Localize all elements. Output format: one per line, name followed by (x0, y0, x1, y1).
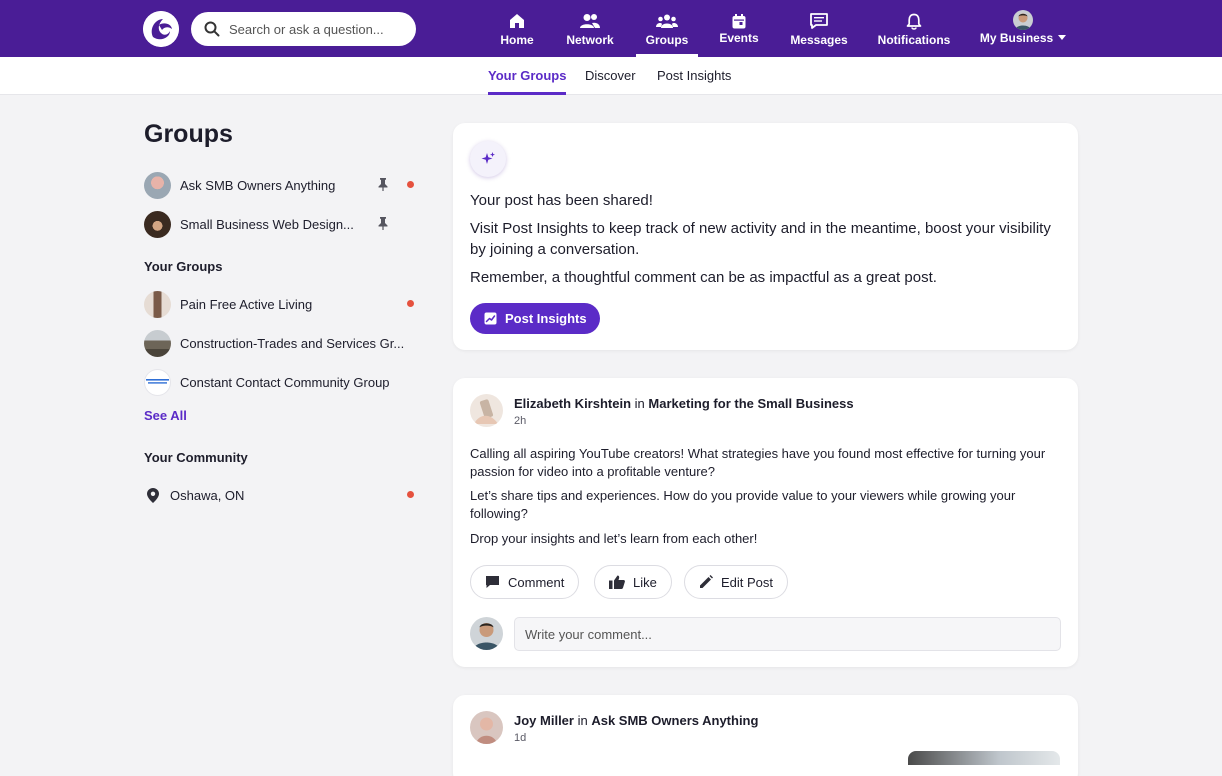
author-avatar[interactable] (470, 394, 503, 427)
group-avatar (144, 329, 171, 357)
like-label: Like (633, 574, 657, 590)
post-in-word: in (577, 713, 588, 728)
nav-events[interactable]: Events (719, 0, 759, 57)
groups-icon (656, 14, 678, 28)
post-author[interactable]: Elizabeth Kirshtein (514, 396, 631, 411)
post-author[interactable]: Joy Miller (514, 713, 574, 728)
pin-icon[interactable] (378, 217, 388, 230)
nav-network-label: Network (566, 33, 614, 47)
sidebar-group-ask-smb[interactable]: Ask SMB Owners Anything (144, 171, 416, 199)
sparkle-badge (470, 141, 506, 177)
bell-icon (906, 13, 922, 30)
group-name: Constant Contact Community Group (180, 374, 390, 390)
nav-notifications[interactable]: Notifications (878, 0, 950, 57)
community-name: Oshawa, ON (170, 487, 245, 503)
group-avatar (144, 171, 171, 199)
nav-my-business-label: My Business (979, 31, 1054, 45)
comment-button[interactable]: Comment (470, 565, 580, 599)
nav-notifications-label: Notifications (877, 33, 951, 47)
search-bar[interactable] (191, 12, 416, 46)
nav-groups-label: Groups (645, 33, 689, 47)
group-name: Pain Free Active Living (180, 296, 313, 312)
like-button[interactable]: Like (594, 565, 672, 599)
events-icon (732, 13, 746, 28)
pin-icon[interactable] (378, 178, 388, 191)
sidebar-community-oshawa[interactable]: Oshawa, ON (144, 481, 416, 509)
nav-my-business[interactable]: My Business (979, 0, 1067, 57)
post-time: 2h (514, 415, 527, 427)
group-avatar (144, 368, 171, 396)
chart-trend-icon (484, 312, 497, 325)
shared-message: Visit Post Insights to keep track of new… (470, 220, 1051, 258)
tab-your-groups[interactable]: Your Groups (488, 68, 567, 95)
post-paragraph-2: Let’s share tips and experiences. How do… (470, 488, 1016, 521)
nav-messages-label: Messages (790, 33, 848, 47)
search-input[interactable] (229, 21, 409, 37)
author-avatar[interactable] (470, 711, 503, 744)
your-community-heading: Your Community (144, 450, 248, 465)
network-icon (580, 14, 600, 28)
post-insights-label: Post Insights (505, 311, 587, 326)
see-all-link[interactable]: See All (144, 408, 187, 423)
shared-title: Your post has been shared! (470, 192, 653, 209)
tab-discover[interactable]: Discover (585, 68, 636, 83)
comment-icon (486, 576, 499, 588)
constant-contact-logo (146, 379, 169, 384)
sparkle-icon (481, 152, 495, 164)
post-in-word: in (634, 396, 645, 411)
nav-home-label: Home (500, 33, 534, 47)
home-icon (510, 14, 524, 28)
sub-navigation: Your Groups Discover Post Insights (0, 57, 1222, 95)
pencil-icon (700, 575, 713, 588)
post-card: Joy Miller in Ask SMB Owners Anything 1d (453, 695, 1078, 776)
unread-dot (407, 300, 414, 307)
sidebar-group-web-design[interactable]: Small Business Web Design... (144, 210, 416, 238)
post-paragraph-1: Calling all aspiring YouTube creators! W… (470, 446, 1046, 479)
nav-events-label: Events (719, 31, 759, 45)
comment-label: Comment (508, 574, 565, 590)
post-image-preview[interactable] (908, 751, 1060, 765)
group-name: Construction-Trades and Services Gr... (180, 335, 405, 351)
location-pin-icon (147, 487, 159, 503)
nav-network[interactable]: Network (566, 0, 614, 57)
caret-down-icon (1058, 35, 1067, 40)
nav-home[interactable]: Home (500, 0, 534, 57)
edit-post-button[interactable]: Edit Post (684, 565, 789, 599)
post-group[interactable]: Marketing for the Small Business (648, 396, 853, 411)
your-groups-heading: Your Groups (144, 259, 223, 274)
author-photo (470, 711, 503, 744)
thumbs-up-icon (609, 575, 625, 589)
author-photo (470, 394, 503, 427)
post-paragraph-3: Drop your insights and let’s learn from … (470, 531, 758, 546)
edit-post-label: Edit Post (721, 574, 774, 590)
post-shared-card: Your post has been shared! Visit Post In… (453, 123, 1078, 350)
post-time: 1d (514, 732, 527, 744)
shared-tip: Remember, a thoughtful comment can be as… (470, 269, 937, 286)
unread-dot (407, 181, 414, 188)
sidebar-group-pain-free[interactable]: Pain Free Active Living (144, 290, 416, 318)
post-card: Elizabeth Kirshtein in Marketing for the… (453, 378, 1078, 667)
avatar (1013, 9, 1033, 30)
user-photo (470, 617, 503, 650)
comment-input[interactable] (514, 617, 1061, 651)
app-logo[interactable] (143, 11, 179, 47)
post-insights-button[interactable]: Post Insights (470, 303, 600, 334)
group-avatar (144, 210, 171, 238)
nav-groups[interactable]: Groups (636, 0, 698, 57)
top-navigation-bar: Home Network Groups Events Messages Noti… (0, 0, 1222, 57)
sidebar-group-constant-contact[interactable]: Constant Contact Community Group (144, 368, 416, 396)
sidebar-group-construction[interactable]: Construction-Trades and Services Gr... (144, 329, 416, 357)
search-icon (204, 21, 220, 37)
tab-post-insights[interactable]: Post Insights (657, 68, 731, 83)
unread-dot (407, 491, 414, 498)
sidebar-title: Groups (144, 120, 233, 148)
current-user-avatar (470, 617, 503, 650)
post-group[interactable]: Ask SMB Owners Anything (591, 713, 758, 728)
group-avatar (144, 290, 171, 318)
logo-icon (143, 11, 179, 47)
nav-messages[interactable]: Messages (790, 0, 848, 57)
messages-icon (810, 13, 828, 29)
